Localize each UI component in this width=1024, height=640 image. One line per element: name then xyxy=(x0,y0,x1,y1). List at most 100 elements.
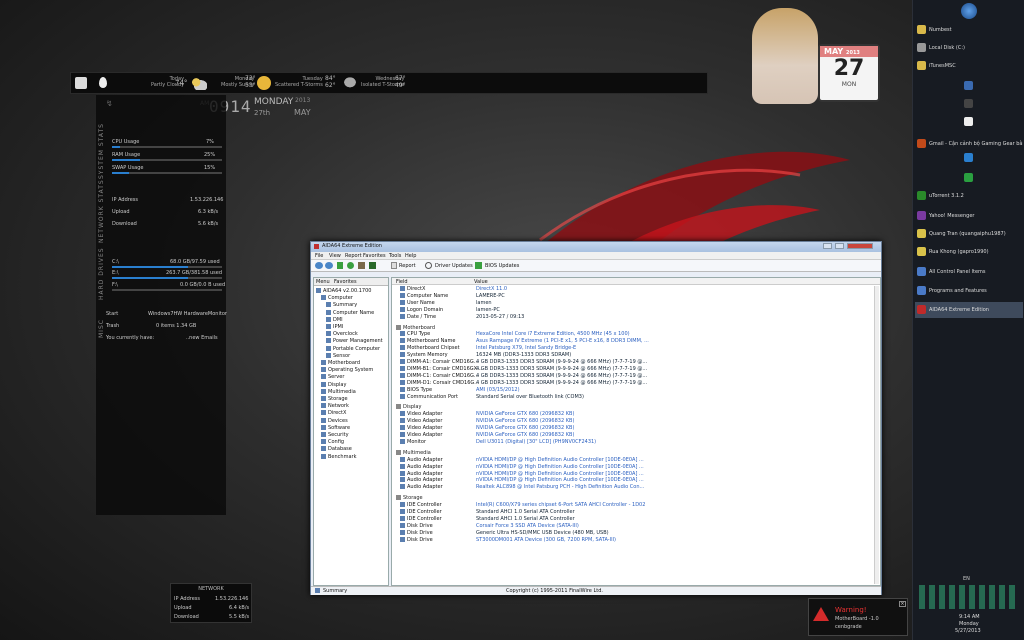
field-value[interactable]: ST3000DM001 ATA Device (300 GB, 7200 RPM… xyxy=(476,537,616,543)
detail-row[interactable]: Audio Adapter Realtek ALC898 @ Intel Pats… xyxy=(396,484,866,490)
field-value[interactable]: Realtek ALC898 @ Intel Patsburg PCH - Hi… xyxy=(476,484,644,490)
trash-label[interactable]: Trash xyxy=(106,323,119,329)
detail-row[interactable]: Video Adapter NVIDIA GeForce GTX 680 (209… xyxy=(396,432,866,438)
aida64-window[interactable]: AIDA64 Extreme Edition File View Report … xyxy=(310,241,882,595)
field-value[interactable]: NVIDIA GeForce GTX 680 (2096832 KB) xyxy=(476,432,574,438)
language-indicator[interactable]: EN xyxy=(963,576,970,582)
driver-updates-button[interactable]: Driver Updates xyxy=(435,263,473,269)
tree-item[interactable]: Sensor xyxy=(326,352,350,359)
field-value[interactable]: NVIDIA GeForce GTX 680 (2096832 KB) xyxy=(476,418,574,424)
tree-item[interactable]: DMI xyxy=(326,316,343,323)
window-titlebar[interactable]: AIDA64 Extreme Edition xyxy=(311,242,881,252)
tray-icons[interactable] xyxy=(919,585,1019,609)
tree-item[interactable]: Storage xyxy=(321,396,348,402)
field-value[interactable]: AMI (03/15/2012) xyxy=(476,387,520,393)
taskbar-item[interactable]: Programs and Features xyxy=(915,283,1023,299)
bios-updates-button[interactable]: BIOS Updates xyxy=(485,263,519,269)
tree-item[interactable]: Software xyxy=(321,424,350,431)
detail-row[interactable]: Video Adapter NVIDIA GeForce GTX 680 (209… xyxy=(396,418,866,424)
taskbar-item[interactable]: Rua Khong (gapro1990) xyxy=(915,244,1023,260)
field-value[interactable]: Dell U3011 (Digital) [30" LCD] (PH9NV0CF… xyxy=(476,439,596,445)
user-icon[interactable] xyxy=(358,262,365,269)
taskbar-item[interactable]: All Control Panel Items xyxy=(915,264,1023,280)
detail-row[interactable]: Disk Drive Generic Ultra HS-SD/MMC USB De… xyxy=(396,529,866,536)
detail-row[interactable]: DIMM-B1: Corsair CMD16GX... 4 GB DDR3-133… xyxy=(396,365,866,372)
warning-toast[interactable]: Warning! MotherBoard -1.0 cenbgrade × xyxy=(808,598,908,636)
tree-item[interactable]: Server xyxy=(321,374,344,380)
menu-view[interactable]: View xyxy=(329,253,341,259)
detail-row[interactable]: IDE Controller Intel(R) C600/X79 series c… xyxy=(396,502,866,508)
detail-row[interactable]: Audio Adapter nVIDIA HDMI/DP @ High Defin… xyxy=(396,477,866,483)
taskbar-item[interactable] xyxy=(961,96,977,112)
tree-item[interactable]: Display xyxy=(321,381,346,388)
field-value[interactable]: Asus Rampage IV Extreme (1 PCI-E x1, 5 P… xyxy=(476,338,649,344)
field-value[interactable]: nVIDIA HDMI/DP @ High Definition Audio C… xyxy=(476,471,644,477)
field-value[interactable]: nVIDIA HDMI/DP @ High Definition Audio C… xyxy=(476,457,644,463)
detail-row[interactable]: DirectX DirectX 11.0 xyxy=(396,286,866,292)
taskbar-item[interactable]: uTorrent 3.1.2 xyxy=(915,188,1023,204)
field-value[interactable]: DirectX 11.0 xyxy=(476,286,507,292)
close-button[interactable] xyxy=(847,243,873,249)
detail-row[interactable]: DIMM-A1: Corsair CMD16G... 4 GB DDR3-1333… xyxy=(396,359,866,365)
field-value[interactable]: nVIDIA HDMI/DP @ High Definition Audio C… xyxy=(476,464,644,470)
field-value[interactable]: NVIDIA GeForce GTX 680 (2096832 KB) xyxy=(476,425,574,431)
tree-item[interactable]: Config xyxy=(321,439,344,445)
tree-item[interactable]: Power Management xyxy=(326,338,383,344)
detail-row[interactable]: Communication Port Standard Serial over B… xyxy=(396,393,866,400)
field-value[interactable]: nVIDIA HDMI/DP @ High Definition Audio C… xyxy=(476,477,644,483)
detail-row[interactable]: Disk Drive ST3000DM001 ATA Device (300 GB… xyxy=(396,536,866,543)
tab-favorites[interactable]: Favorites xyxy=(334,279,357,285)
detail-row[interactable]: System Memory 16324 MB (DDR3-1333 DDR3 SD… xyxy=(396,352,866,358)
forward-icon[interactable] xyxy=(325,262,333,269)
detail-row[interactable]: Audio Adapter nVIDIA HDMI/DP @ High Defin… xyxy=(396,470,866,477)
column-field[interactable]: Field xyxy=(396,279,408,285)
tree-item[interactable]: Database xyxy=(321,446,352,452)
vertical-scrollbar[interactable] xyxy=(874,286,879,584)
menu-file[interactable]: File xyxy=(315,253,323,259)
taskbar-item[interactable]: Local Disk (C:) xyxy=(915,40,1023,56)
toast-close-icon[interactable]: × xyxy=(899,601,906,607)
field-value[interactable]: Corsair Force 3 SSD ATA Device (SATA-III… xyxy=(476,523,579,529)
detail-row[interactable]: Audio Adapter nVIDIA HDMI/DP @ High Defin… xyxy=(396,456,866,463)
tree-item[interactable]: Overclock xyxy=(326,331,358,337)
tree-item[interactable]: Portable Computer xyxy=(326,345,380,352)
tree-item[interactable]: AIDA64 v2.00.1700 xyxy=(316,288,371,294)
tree-item[interactable]: Computer xyxy=(321,295,353,301)
detail-row[interactable]: Video Adapter NVIDIA GeForce GTX 680 (209… xyxy=(396,425,866,431)
taskbar-item[interactable]: iTunesMSC xyxy=(915,58,1023,74)
detail-row[interactable]: Computer Name LAMERE-PC xyxy=(396,292,866,299)
detail-row[interactable]: IDE Controller Standard AHCI 1.0 Serial A… xyxy=(396,515,866,522)
detail-row[interactable]: CPU Type HexaCore Intel Core i7 Extreme E… xyxy=(396,331,866,337)
taskbar-item[interactable] xyxy=(961,170,977,186)
tree-item[interactable]: Devices xyxy=(321,417,348,424)
menu-report[interactable]: Report xyxy=(345,253,362,259)
menu-tools[interactable]: Tools xyxy=(389,253,401,259)
detail-row[interactable]: Motherboard Chipset Intel Patsburg X79, I… xyxy=(396,345,866,351)
tree-item[interactable]: Benchmark xyxy=(321,453,356,460)
chart-icon[interactable] xyxy=(369,262,376,269)
detail-row[interactable]: Audio Adapter nVIDIA HDMI/DP @ High Defin… xyxy=(396,463,866,470)
tree-item[interactable]: IPMI xyxy=(326,324,343,330)
detail-row[interactable]: Monitor Dell U3011 (Digital) [30" LCD] (P… xyxy=(396,438,866,445)
taskbar-item[interactable] xyxy=(961,114,977,130)
tree-item[interactable]: Summary xyxy=(326,302,357,308)
field-value[interactable]: NVIDIA GeForce GTX 680 (2096832 KB) xyxy=(476,411,574,417)
minimize-button[interactable] xyxy=(823,243,832,249)
taskbar-item[interactable]: AIDA64 Extreme Edition xyxy=(915,302,1023,318)
detail-row[interactable]: Logon Domain lamen-PC xyxy=(396,306,866,313)
field-value[interactable]: HexaCore Intel Core i7 Extreme Edition, … xyxy=(476,331,630,337)
detail-row[interactable]: Motherboard Name Asus Rampage IV Extreme … xyxy=(396,338,866,344)
taskbar-item[interactable] xyxy=(961,78,977,94)
taskbar-item[interactable] xyxy=(961,150,977,166)
menu-favorites[interactable]: Favorites xyxy=(363,253,386,259)
detail-row[interactable]: Video Adapter NVIDIA GeForce GTX 680 (209… xyxy=(396,411,866,417)
taskbar-item[interactable]: Numbest xyxy=(915,22,1023,38)
taskbar-item[interactable]: Yahoo! Messenger xyxy=(915,208,1023,224)
misc-start-value[interactable]: Windows7HW HardwareMonitor xyxy=(148,311,227,317)
start-button[interactable] xyxy=(961,3,977,19)
tree-item[interactable]: DirectX xyxy=(321,410,346,416)
tree-item[interactable]: Operating System xyxy=(321,367,373,373)
detail-row[interactable]: User Name lamen xyxy=(396,299,866,306)
column-value[interactable]: Value xyxy=(474,279,488,285)
detail-row[interactable]: IDE Controller Standard AHCI 1.0 Serial A… xyxy=(396,509,866,515)
